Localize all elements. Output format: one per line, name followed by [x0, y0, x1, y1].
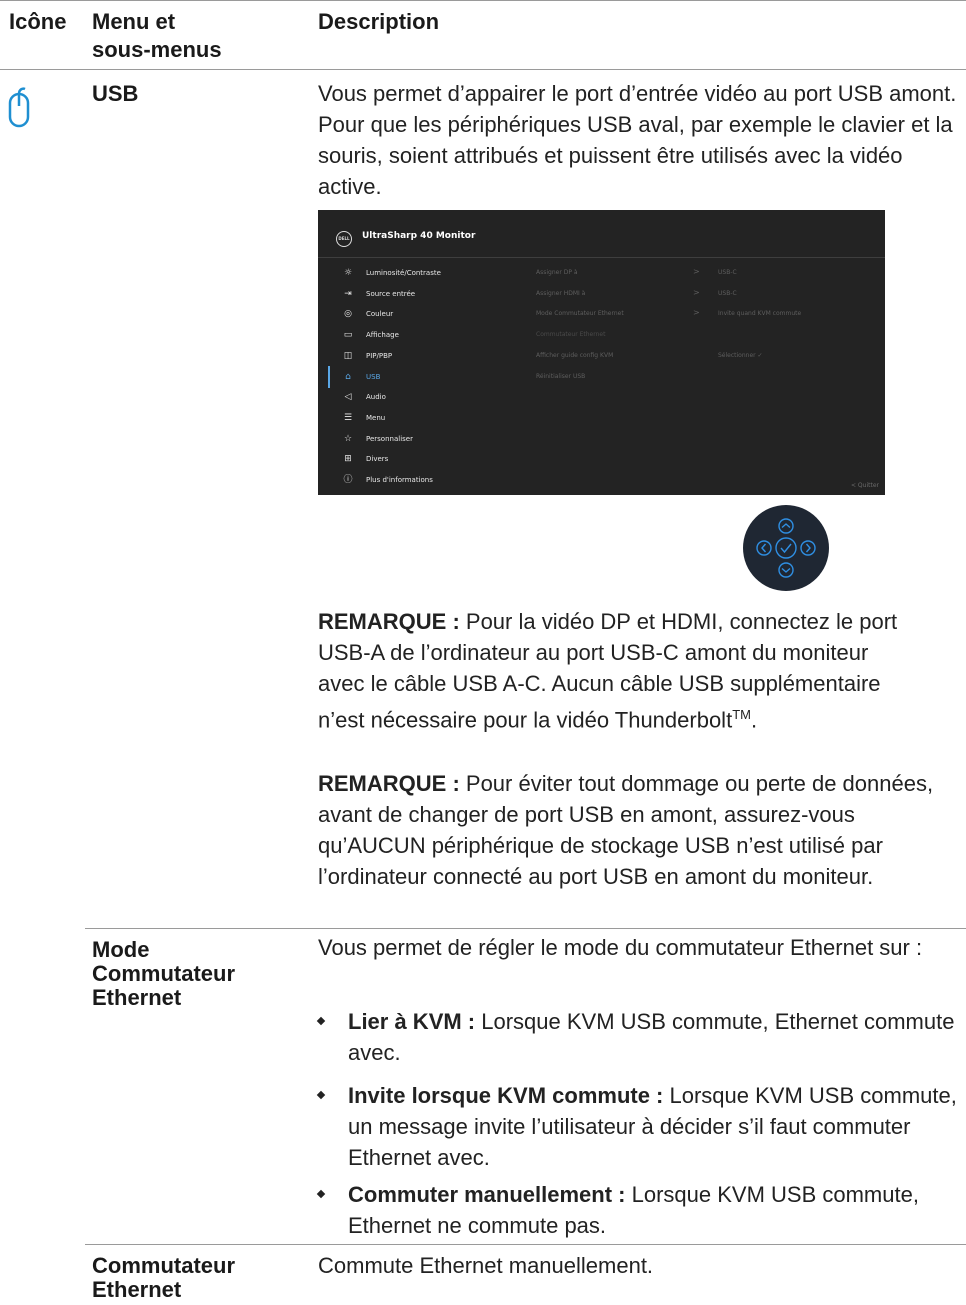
header-menu: Menu et sous-menus [92, 9, 222, 62]
osd-menu-icon: ☼ [343, 268, 353, 278]
osd-menu-label: Source entrée [366, 289, 416, 298]
osd-menu-item[interactable]: ☼ Luminosité/Contraste [342, 266, 441, 280]
osd-menu-icon: ☆ [343, 433, 353, 444]
osd-option-label[interactable]: Assigner HDMI à [536, 289, 585, 299]
row-rule-ethernet-mode [85, 928, 966, 929]
chevron-right-icon: > [693, 267, 700, 276]
osd-title: UltraSharp 40 Monitor [362, 231, 476, 241]
table-top-rule [0, 0, 966, 1]
osd-menu-item[interactable]: ◫ PIP/PBP [342, 349, 392, 363]
osd-selection-bar [328, 365, 330, 388]
osd-menu-item[interactable]: ⓘ Plus d'informations [342, 473, 433, 487]
bullet-label: Lier à KVM : [348, 1009, 476, 1034]
usb-note-2: REMARQUE : Pour éviter tout dommage ou p… [318, 768, 948, 892]
osd-menu-label: Plus d'informations [366, 476, 433, 484]
osd-menu-icon: ◫ [343, 350, 353, 361]
osd-menu-label: PIP/PBP [366, 351, 393, 360]
note-end: . [750, 707, 758, 733]
note-label: REMARQUE : [318, 771, 460, 796]
trademark: TM [732, 707, 751, 722]
usb-description: Vous permet d’appairer le port d’entrée … [318, 81, 957, 199]
osd-option-value: USB-C [718, 289, 737, 297]
osd-header: DELL UltraSharp 40 Monitor [318, 210, 885, 258]
usb-note-1: REMARQUE : Pour la vidéo DP et HDMI, con… [318, 606, 918, 735]
row-rule-ethernet-switch [85, 1244, 966, 1245]
osd-option-value: USB-C [718, 269, 737, 276]
bullet-label: Invite lorsque KVM commute : [348, 1083, 664, 1108]
list-item: Lier à KVM : Lorsque KVM USB commute, Et… [316, 1006, 958, 1068]
osd-option-label[interactable]: Commutateur Ethernet [536, 330, 605, 340]
osd-screenshot: DELL UltraSharp 40 Monitor ☼ Luminosité/C… [318, 210, 885, 495]
chevron-right-icon: > [693, 287, 700, 297]
osd-menu-item[interactable]: ⇥ Source entrée [342, 287, 415, 301]
osd-option-label[interactable]: Afficher guide config KVM [536, 351, 613, 361]
header-icon: Icône [9, 9, 67, 34]
osd-menu-icon: ⇥ [344, 288, 352, 299]
osd-menu-label: Couleur [366, 310, 394, 319]
osd-option-value: Invite quand KVM commute [718, 310, 802, 318]
dell-logo: DELL [336, 231, 352, 247]
osd-menu-item[interactable]: ▭ Affichage [342, 328, 399, 342]
chevron-right-icon: > [693, 308, 700, 318]
osd-menu-item[interactable]: ◎ Couleur [342, 307, 393, 321]
header-rule [0, 69, 966, 70]
mouse-icon [6, 86, 34, 130]
osd-menu-label: Menu [366, 413, 386, 422]
osd-menu-label: USB [366, 372, 381, 381]
bullet [316, 1090, 326, 1100]
joystick-icon [743, 505, 829, 591]
osd-menu-label: Divers [366, 455, 389, 464]
ethernet-switch-description: Commute Ethernet manuellement. [318, 1253, 654, 1278]
osd-menu-icon: ▭ [343, 330, 353, 341]
osd-menu-icon: ⓘ [343, 475, 353, 485]
osd-exit: < Quitter [851, 482, 879, 489]
osd-menu-icon: ⌂ [345, 371, 351, 382]
osd-menu-label: Luminosité/Contraste [366, 269, 441, 277]
header-description: Description [318, 9, 440, 34]
osd-menu-icon: ☰ [343, 412, 353, 423]
menu-ethernet-switch: Commutateur Ethernet [92, 1253, 236, 1302]
osd-option-value: Sélectionner ✓ [718, 351, 763, 359]
osd-menu-item[interactable]: ☰ Menu [342, 411, 385, 425]
osd-option-label[interactable]: Réinitialiser USB [536, 372, 585, 382]
list-item: Invite lorsque KVM commute : Lorsque KVM… [316, 1080, 958, 1173]
menu-usb: USB [92, 81, 139, 106]
note-label: REMARQUE : [318, 609, 460, 634]
bullet-label: Commuter manuellement : [348, 1182, 626, 1207]
osd-menu-label: Personnaliser [366, 434, 413, 443]
osd-menu-item[interactable]: ⌂ USB [342, 370, 380, 384]
osd-menu-label: Audio [366, 393, 386, 402]
osd-menu-item[interactable]: ◁ Audio [342, 390, 386, 404]
list-item: Commuter manuellement : Lorsque KVM USB … [316, 1179, 958, 1241]
osd-menu-icon: ◁ [344, 392, 352, 403]
osd-menu-icon: ⊞ [344, 454, 352, 465]
osd-menu-icon: ◎ [344, 309, 352, 320]
osd-menu-label: Affichage [366, 331, 399, 340]
osd-option-label[interactable]: Mode Commutateur Ethernet [536, 309, 624, 319]
bullet [316, 1189, 326, 1199]
bullet [316, 1016, 326, 1026]
menu-ethernet-mode: Mode Commutateur Ethernet [92, 937, 236, 1010]
osd-menu-item[interactable]: ⊞ Divers [342, 452, 388, 466]
osd-menu-item[interactable]: ☆ Personnaliser [342, 432, 413, 446]
osd-option-label[interactable]: Assigner DP à [536, 268, 578, 278]
ethernet-mode-description: Vous permet de régler le mode du commuta… [318, 935, 923, 960]
